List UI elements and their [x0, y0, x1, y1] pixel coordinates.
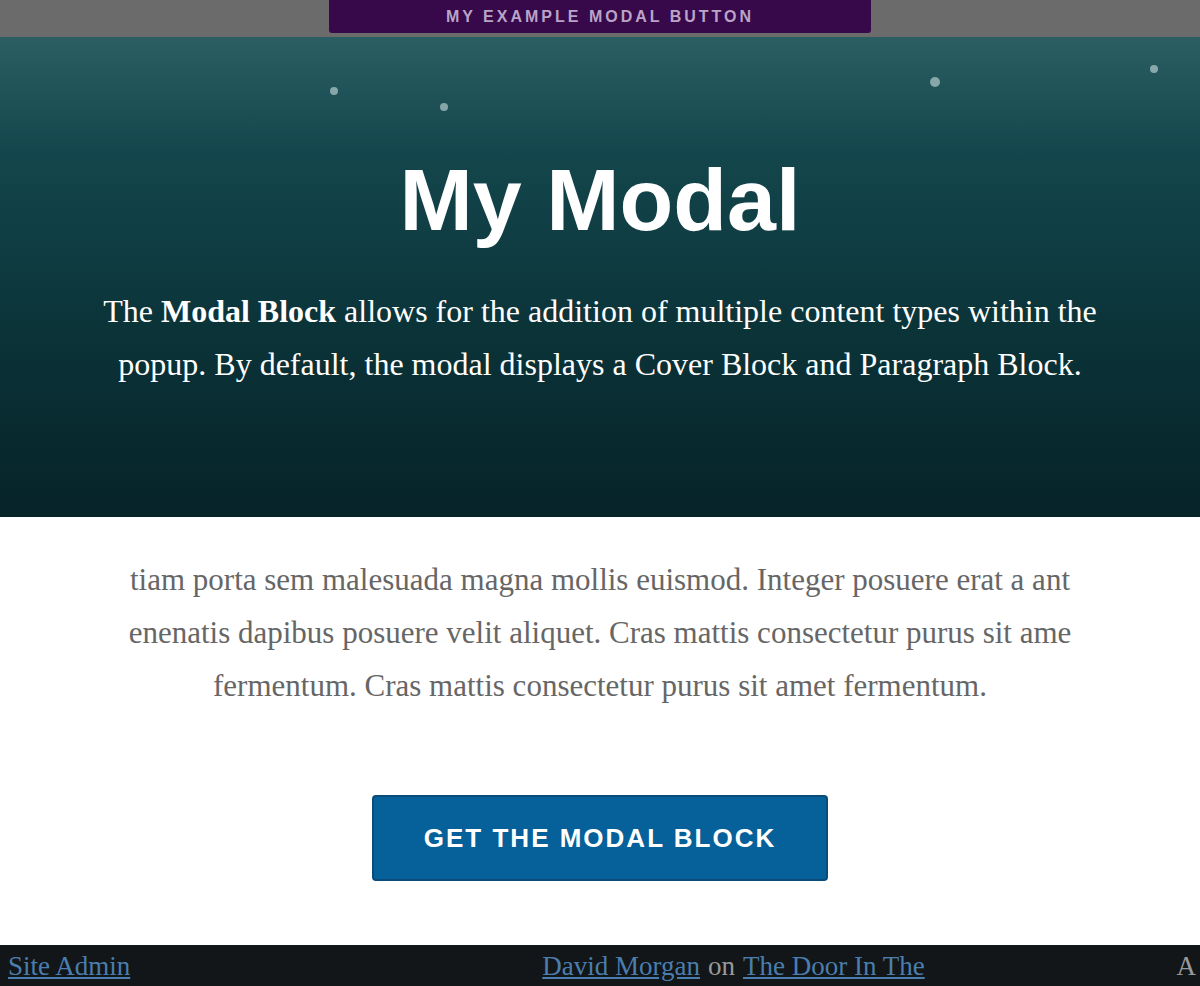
- cover-block: My Modal The Modal Block allows for the a…: [0, 37, 1200, 517]
- bubble-icon: [330, 87, 338, 95]
- cover-paragraph: The Modal Block allows for the addition …: [103, 285, 1097, 391]
- paragraph-block: tiam porta sem malesuada magna mollis eu…: [129, 553, 1072, 712]
- paragraph-line: fermentum. Cras mattis consectetur purus…: [129, 659, 1072, 712]
- paragraph-line: enenatis dapibus posuere velit aliquet. …: [129, 606, 1072, 659]
- modal-body: tiam porta sem malesuada magna mollis eu…: [0, 517, 1200, 945]
- top-bar: MY EXAMPLE MODAL BUTTON: [0, 0, 1200, 37]
- author-link[interactable]: David Morgan: [542, 948, 700, 984]
- text-segment: allows for the addition of multiple cont…: [336, 293, 1097, 329]
- modal-title: My Modal: [400, 145, 801, 255]
- comment-joiner: on: [708, 948, 735, 984]
- bubble-icon: [1150, 65, 1158, 73]
- bubble-icon: [930, 77, 940, 87]
- get-modal-block-button[interactable]: GET THE MODAL BLOCK: [372, 795, 828, 881]
- post-link[interactable]: The Door In The: [743, 948, 925, 984]
- modal: My Modal The Modal Block allows for the a…: [0, 37, 1200, 945]
- site-admin-link[interactable]: Site Admin: [8, 948, 130, 984]
- text-segment: Modal Block: [161, 293, 336, 329]
- bubble-icon: [440, 103, 448, 111]
- footer-edge-text: A: [1177, 948, 1197, 984]
- footer-bar: Site Admin David MorganonThe Door In The A: [0, 945, 1200, 986]
- page: MY EXAMPLE MODAL BUTTON My Modal The Modal…: [0, 0, 1200, 986]
- recent-comment: David MorganonThe Door In The: [542, 948, 924, 984]
- cover-line: The Modal Block allows for the addition …: [103, 285, 1097, 338]
- cover-line: popup. By default, the modal displays a …: [103, 338, 1097, 391]
- text-segment: popup. By default, the modal displays a …: [118, 346, 1081, 382]
- paragraph-line: tiam porta sem malesuada magna mollis eu…: [129, 553, 1072, 606]
- text-segment: The: [103, 293, 161, 329]
- modal-open-button[interactable]: MY EXAMPLE MODAL BUTTON: [329, 0, 871, 33]
